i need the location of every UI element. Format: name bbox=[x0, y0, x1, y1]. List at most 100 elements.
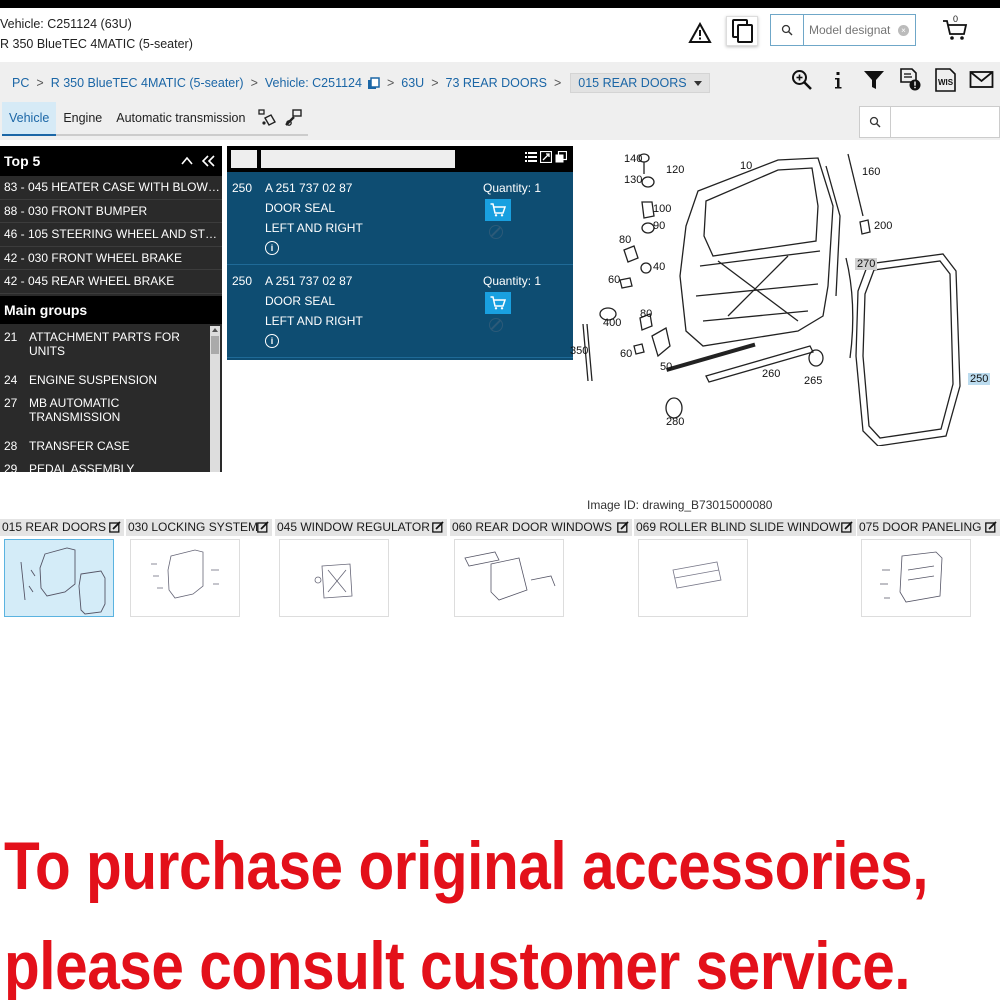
info-icon[interactable] bbox=[824, 66, 852, 94]
thumbnail-030-locking-system[interactable]: 030 LOCKING SYSTEM bbox=[126, 519, 272, 619]
not-available-icon bbox=[489, 225, 503, 239]
callout-label[interactable]: 160 bbox=[862, 166, 880, 178]
edit-icon[interactable] bbox=[432, 521, 444, 533]
main-group-item[interactable]: 24 ENGINE SUSPENSION bbox=[0, 367, 222, 390]
top5-item[interactable]: 42 - 030 FRONT WHEEL BRAKE bbox=[0, 247, 222, 271]
wis-icon[interactable]: WIS bbox=[932, 66, 960, 94]
top5-item[interactable]: 42 - 045 REAR WHEEL BRAKE bbox=[0, 270, 222, 294]
tab-engine[interactable]: Engine bbox=[56, 102, 109, 134]
edit-icon[interactable] bbox=[257, 521, 269, 533]
callout-label[interactable]: 80 bbox=[640, 308, 652, 320]
callout-label[interactable]: 140 bbox=[624, 153, 642, 165]
callout-label[interactable]: 80 bbox=[619, 234, 631, 246]
top5-title: Top 5 bbox=[4, 153, 41, 169]
position-filter-input[interactable] bbox=[231, 150, 257, 168]
callout-label[interactable]: 270 bbox=[855, 258, 878, 270]
zoom-in-icon[interactable] bbox=[788, 66, 816, 94]
warning-icon[interactable] bbox=[688, 21, 712, 47]
info-icon[interactable]: i bbox=[265, 241, 279, 255]
popout-icon[interactable] bbox=[555, 151, 567, 163]
copy-vehicle-icon[interactable] bbox=[367, 76, 380, 90]
callout-label[interactable]: 260 bbox=[762, 368, 780, 380]
collapse-left-icon[interactable] bbox=[200, 154, 216, 168]
group-search-button[interactable] bbox=[860, 107, 891, 137]
breadcrumb-code[interactable]: 63U bbox=[401, 76, 424, 90]
top5-item[interactable]: 46 - 105 STEERING WHEEL AND STEE... bbox=[0, 223, 222, 247]
group-search-input[interactable] bbox=[894, 107, 998, 137]
thumbnail-060-rear-door-windows[interactable]: 060 REAR DOOR WINDOWS bbox=[450, 519, 632, 619]
callout-label[interactable]: 250 bbox=[968, 373, 991, 385]
main-group-item[interactable]: 28 TRANSFER CASE bbox=[0, 433, 222, 456]
callout-label[interactable]: 60 bbox=[620, 348, 632, 360]
callout-label[interactable]: 200 bbox=[874, 220, 892, 232]
edit-icon[interactable] bbox=[841, 521, 853, 533]
part-row[interactable]: 250 A 251 737 02 87 DOOR SEAL LEFT AND R… bbox=[227, 172, 573, 265]
expand-icon[interactable] bbox=[540, 151, 552, 163]
part-filter-input[interactable] bbox=[261, 150, 455, 168]
thumbnail-label: 015 REAR DOORS bbox=[2, 520, 107, 534]
copy-icon bbox=[732, 19, 753, 43]
scroll-thumb[interactable] bbox=[211, 335, 219, 354]
vehicle-header: Vehicle: C251124 (63U) R 350 BlueTEC 4MA… bbox=[0, 14, 193, 54]
parts-drawing[interactable]: 140 130 120 10 160 100 90 200 80 40 270 … bbox=[570, 146, 996, 447]
callout-label[interactable]: 90 bbox=[653, 220, 665, 232]
main-group-item[interactable]: 29 PEDAL ASSEMBLY bbox=[0, 456, 222, 472]
add-to-cart-button[interactable] bbox=[485, 292, 511, 314]
subgroup-select[interactable]: 015 REAR DOORS bbox=[570, 73, 710, 93]
callout-label[interactable]: 130 bbox=[624, 174, 642, 186]
top-black-bar bbox=[0, 0, 1000, 8]
paint-tools-icon[interactable] bbox=[256, 102, 278, 134]
top5-item[interactable]: 83 - 045 HEATER CASE WITH BLOWER bbox=[0, 176, 222, 200]
callout-label[interactable]: 50 bbox=[660, 361, 672, 373]
callout-label[interactable]: 10 bbox=[740, 160, 752, 172]
mail-icon[interactable] bbox=[968, 66, 996, 94]
info-icon[interactable]: i bbox=[265, 334, 279, 348]
thumbnail-image bbox=[861, 539, 971, 617]
part-row[interactable]: 250 A 251 737 02 87 DOOR SEAL LEFT AND R… bbox=[227, 265, 573, 358]
filter-icon[interactable] bbox=[860, 66, 888, 94]
add-to-cart-button[interactable] bbox=[485, 199, 511, 221]
tab-vehicle[interactable]: Vehicle bbox=[2, 102, 57, 136]
callout-label[interactable]: 280 bbox=[666, 416, 684, 428]
model-designation-input[interactable] bbox=[809, 15, 905, 45]
copy-button[interactable] bbox=[726, 16, 758, 46]
tab-bar: Vehicle Engine Automatic transmission bbox=[0, 100, 1000, 140]
thumbnail-045-window-regulator[interactable]: 045 WINDOW REGULATOR bbox=[275, 519, 447, 619]
breadcrumb-vehicle[interactable]: Vehicle: C251124 bbox=[265, 76, 362, 90]
thumbnail-015-rear-doors[interactable]: 015 REAR DOORS bbox=[0, 519, 124, 619]
edit-icon[interactable] bbox=[985, 521, 997, 533]
main-group-item[interactable]: 27 MB AUTOMATIC TRANSMISSION bbox=[0, 390, 222, 433]
vehicle-id: Vehicle: C251124 (63U) bbox=[0, 17, 132, 31]
parts-list: 250 A 251 737 02 87 DOOR SEAL LEFT AND R… bbox=[227, 146, 573, 360]
thumbnail-069-roller-blind-slide-window[interactable]: 069 ROLLER BLIND SLIDE WINDOW bbox=[634, 519, 856, 619]
main-groups-scrollbar[interactable] bbox=[210, 325, 220, 472]
image-id: Image ID: drawing_B73015000080 bbox=[587, 498, 773, 512]
scroll-up-icon[interactable] bbox=[212, 327, 218, 332]
edit-icon[interactable] bbox=[109, 521, 121, 533]
main-group-item[interactable]: 21 ATTACHMENT PARTS FOR UNITS bbox=[0, 324, 222, 367]
thumbnail-075-door-paneling[interactable]: 075 DOOR PANELING bbox=[857, 519, 1000, 619]
edit-icon[interactable] bbox=[617, 521, 629, 533]
callout-label[interactable]: 100 bbox=[653, 203, 671, 215]
callout-label[interactable]: 400 bbox=[603, 317, 621, 329]
document-warning-icon[interactable] bbox=[896, 66, 924, 94]
search-button[interactable] bbox=[771, 15, 804, 45]
thumbnail-label: 030 LOCKING SYSTEM bbox=[128, 520, 259, 534]
tools-icon[interactable] bbox=[282, 102, 304, 134]
list-view-icon[interactable] bbox=[525, 151, 537, 163]
cart-button[interactable]: 0 bbox=[942, 14, 968, 45]
tab-automatic-transmission[interactable]: Automatic transmission bbox=[109, 102, 252, 134]
breadcrumb-group[interactable]: 73 REAR DOORS bbox=[446, 76, 547, 90]
callout-label[interactable]: 120 bbox=[666, 164, 684, 176]
top5-item[interactable]: 88 - 030 FRONT BUMPER bbox=[0, 200, 222, 224]
breadcrumb-model[interactable]: R 350 BlueTEC 4MATIC (5-seater) bbox=[51, 76, 244, 90]
callout-label[interactable]: 350 bbox=[570, 345, 588, 357]
callout-label[interactable]: 40 bbox=[653, 261, 665, 273]
part-number: A 251 737 02 87 bbox=[265, 274, 353, 288]
chevron-up-icon[interactable] bbox=[180, 154, 194, 168]
callout-label[interactable]: 60 bbox=[608, 274, 620, 286]
clear-search-icon[interactable]: × bbox=[898, 25, 909, 36]
breadcrumb-pc[interactable]: PC bbox=[12, 76, 29, 90]
callout-label[interactable]: 265 bbox=[804, 375, 822, 387]
thumbnail-label: 060 REAR DOOR WINDOWS bbox=[452, 520, 613, 534]
